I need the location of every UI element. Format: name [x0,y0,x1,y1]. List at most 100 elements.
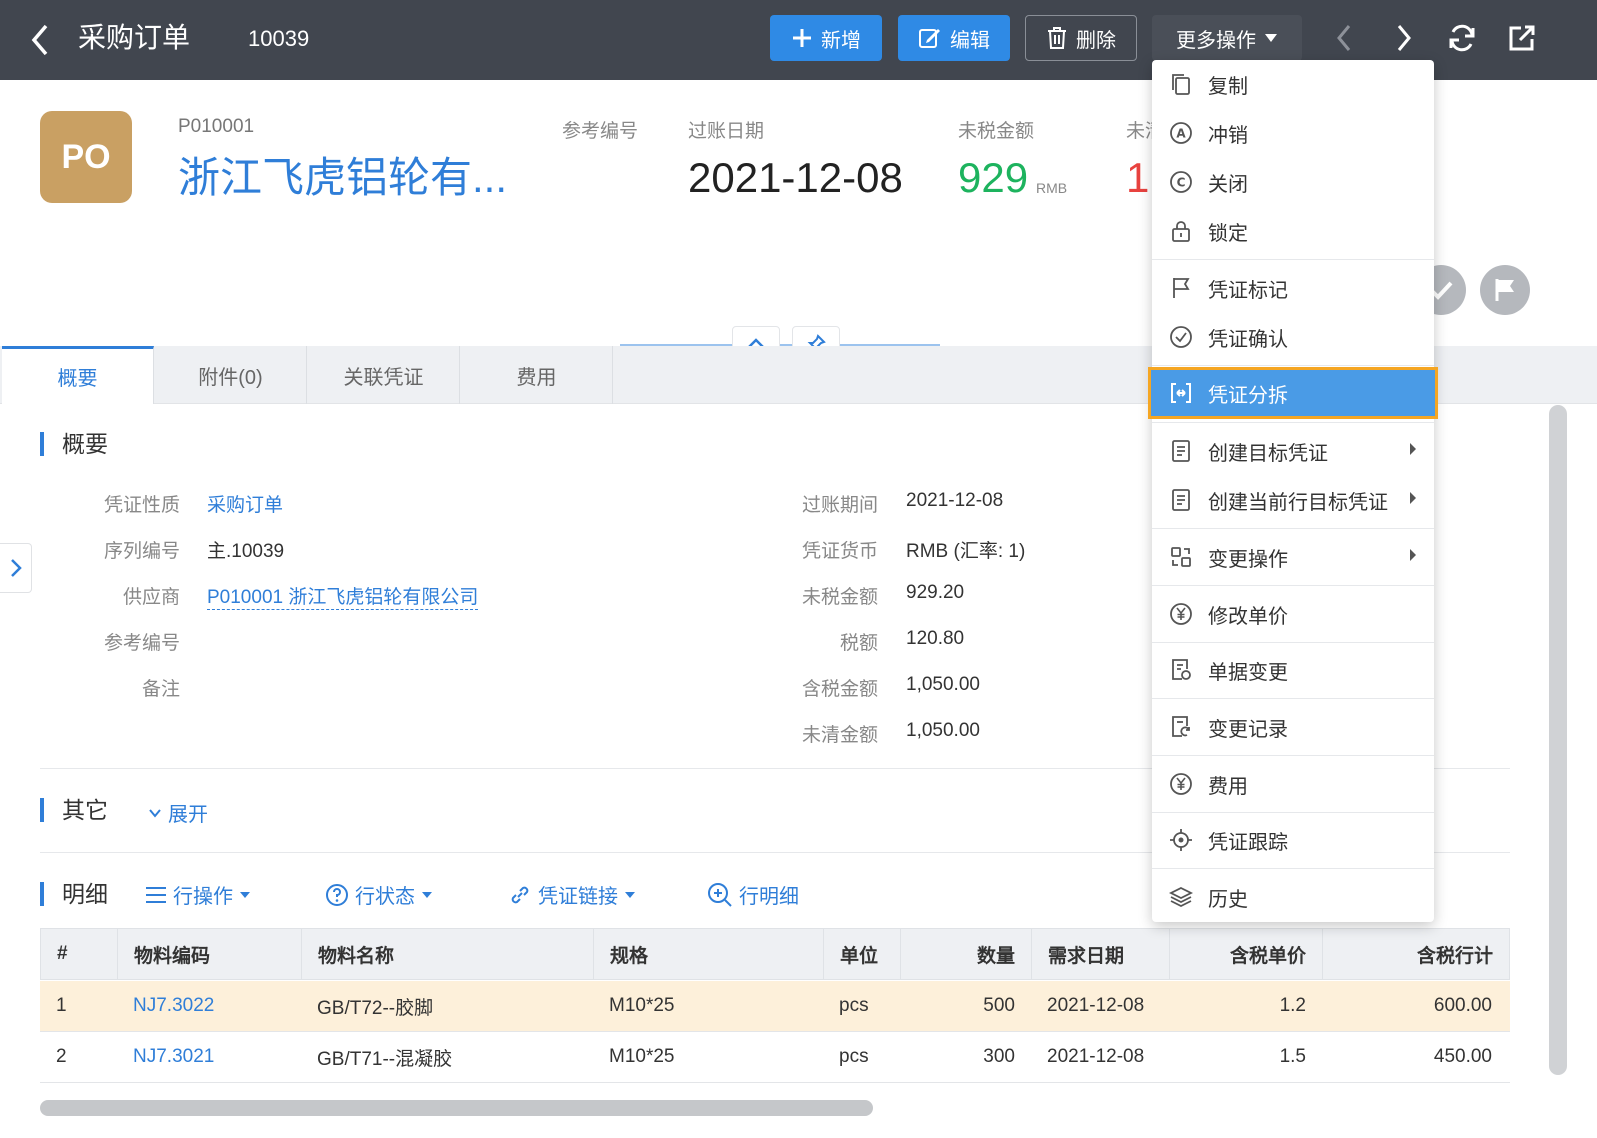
target-icon [1168,827,1194,853]
menu-item-history[interactable]: 历史 [1152,873,1434,921]
row-detail-button[interactable]: 行明细 [707,880,799,909]
menu-item-label: 费用 [1208,775,1248,798]
split-icon [1168,380,1194,406]
column-header-line-total[interactable]: 含税行计 [1323,929,1509,979]
caret-down-icon [240,891,250,898]
tab-attachments[interactable]: 附件(0) [155,346,307,404]
menu-item-label: 创建当前行目标凭证 [1208,491,1388,514]
column-header-item-name[interactable]: 物料名称 [302,929,594,979]
add-button-label: 新增 [821,29,861,52]
menu-item-doc-confirm[interactable]: 凭证确认 [1152,313,1434,361]
column-header-unit-price[interactable]: 含税单价 [1170,929,1323,979]
cell-unit-price: 1.2 [1279,995,1306,1016]
menu-separator [1152,365,1434,366]
caret-down-icon [422,891,432,898]
field-label-untaxed: 未税金额 [801,587,878,608]
reverse-icon: A [1168,120,1194,146]
cell-item-code[interactable]: NJ7.3021 [117,1032,301,1082]
svg-text:A: A [1176,127,1186,141]
chevron-left-icon [1337,25,1351,51]
field-value-doc-nature[interactable]: 采购订单 [207,490,283,517]
menu-item-modify-price[interactable]: 修改单价 [1152,590,1434,638]
field-value-serial-no: 主.10039 [207,541,285,562]
document-number: 10039 [248,26,310,51]
flag-status-button[interactable] [1480,265,1530,315]
zoom-in-icon [708,882,732,907]
table-row[interactable]: 1 NJ7.3022 GB/T72--胶脚 M10*25 pcs 500 202… [40,981,1510,1032]
menu-item-doc-change[interactable]: 单据变更 [1152,646,1434,694]
previous-record-button[interactable] [1326,20,1362,56]
document-link-button[interactable]: 凭证链接 [508,880,636,909]
open-new-window-button[interactable] [1504,20,1540,56]
menu-item-label: 凭证分拆 [1208,384,1288,407]
delete-button-label: 删除 [1076,29,1116,52]
menu-item-create-target-doc[interactable]: 创建目标凭证 [1152,427,1434,475]
expand-other-button[interactable]: 展开 [148,798,208,827]
field-value-tax: 120.80 [906,628,965,649]
change-log-icon [1168,714,1194,740]
layers-icon [1168,884,1194,910]
menu-item-close[interactable]: C 关闭 [1152,158,1434,206]
menu-separator [1152,868,1434,869]
menu-item-label: 冲销 [1208,124,1248,147]
tab-summary[interactable]: 概要 [2,346,154,404]
more-actions-menu: 复制 A 冲销 C 关闭 锁定 凭证标记 凭证确认 凭证分拆 创建目标凭证 创建… [1148,60,1438,922]
menu-item-expenses[interactable]: 费用 [1152,760,1434,808]
menu-item-label: 历史 [1208,888,1248,911]
vendor-code: P010001 [178,116,255,137]
change-icon [1168,544,1194,570]
cell-item-code[interactable]: NJ7.3022 [117,981,301,1031]
tab-expenses[interactable]: 费用 [461,346,613,404]
column-header-index[interactable]: # [41,929,118,979]
chevron-right-icon [1397,25,1411,51]
column-header-spec[interactable]: 规格 [594,929,824,979]
ref-number-label: 参考编号 [562,121,639,142]
tab-related-documents[interactable]: 关联凭证 [308,346,460,404]
flag-icon [1168,275,1194,301]
svg-text:C: C [1177,176,1186,190]
next-record-button[interactable] [1386,20,1422,56]
menu-item-reverse[interactable]: A 冲销 [1152,109,1434,157]
submenu-arrow-icon [1410,549,1416,561]
edit-button[interactable]: 编辑 [898,15,1010,61]
menu-item-label: 关闭 [1208,173,1248,196]
refresh-button[interactable] [1444,20,1480,56]
more-actions-button[interactable]: 更多操作 [1152,15,1302,61]
row-status-button[interactable]: 行状态 [325,880,433,909]
cell-required-date: 2021-12-08 [1047,995,1145,1016]
cell-unit: pcs [839,995,869,1016]
column-header-required-date[interactable]: 需求日期 [1032,929,1170,979]
delete-button[interactable]: 删除 [1025,15,1137,61]
field-value-vendor[interactable]: P010001 浙江飞虎铝轮有限公司 [207,582,479,610]
add-button[interactable]: 新增 [770,15,882,61]
field-value-outstanding: 1,050.00 [906,720,980,741]
vertical-scrollbar[interactable] [1549,405,1567,1075]
copy-icon [1168,71,1194,97]
cell-spec: M10*25 [609,995,675,1016]
field-label-ref-no: 参考编号 [103,633,180,654]
side-panel-toggle[interactable] [0,543,32,593]
menu-item-copy[interactable]: 复制 [1152,60,1434,108]
post-date-value: 2021-12-08 [688,154,903,201]
column-header-unit[interactable]: 单位 [824,929,901,979]
menu-item-create-row-target-doc[interactable]: 创建当前行目标凭证 [1152,476,1434,524]
menu-separator [1152,259,1434,260]
menu-item-change-log[interactable]: 变更记录 [1152,703,1434,751]
menu-item-doc-trace[interactable]: 凭证跟踪 [1152,816,1434,864]
row-operation-button[interactable]: 行操作 [145,880,251,909]
field-label-vendor: 供应商 [122,587,180,608]
column-header-quantity[interactable]: 数量 [901,929,1032,979]
field-label-taxed-total: 含税金额 [801,679,878,700]
menu-item-label: 修改单价 [1208,605,1288,628]
table-row[interactable]: 2 NJ7.3021 GB/T71--混凝胶 M10*25 pcs 300 20… [40,1032,1510,1083]
menu-item-lock[interactable]: 锁定 [1152,207,1434,255]
menu-item-change-ops[interactable]: 变更操作 [1152,533,1434,581]
horizontal-scrollbar[interactable] [40,1100,873,1116]
menu-item-doc-flag[interactable]: 凭证标记 [1152,264,1434,312]
field-label-currency: 凭证货币 [801,541,878,562]
table-header: # 物料编码 物料名称 规格 单位 数量 需求日期 含税单价 含税行计 [40,928,1510,980]
back-button[interactable] [28,22,58,58]
menu-separator [1152,422,1434,423]
menu-item-doc-split[interactable]: 凭证分拆 [1148,367,1438,419]
column-header-item-code[interactable]: 物料编码 [118,929,302,979]
